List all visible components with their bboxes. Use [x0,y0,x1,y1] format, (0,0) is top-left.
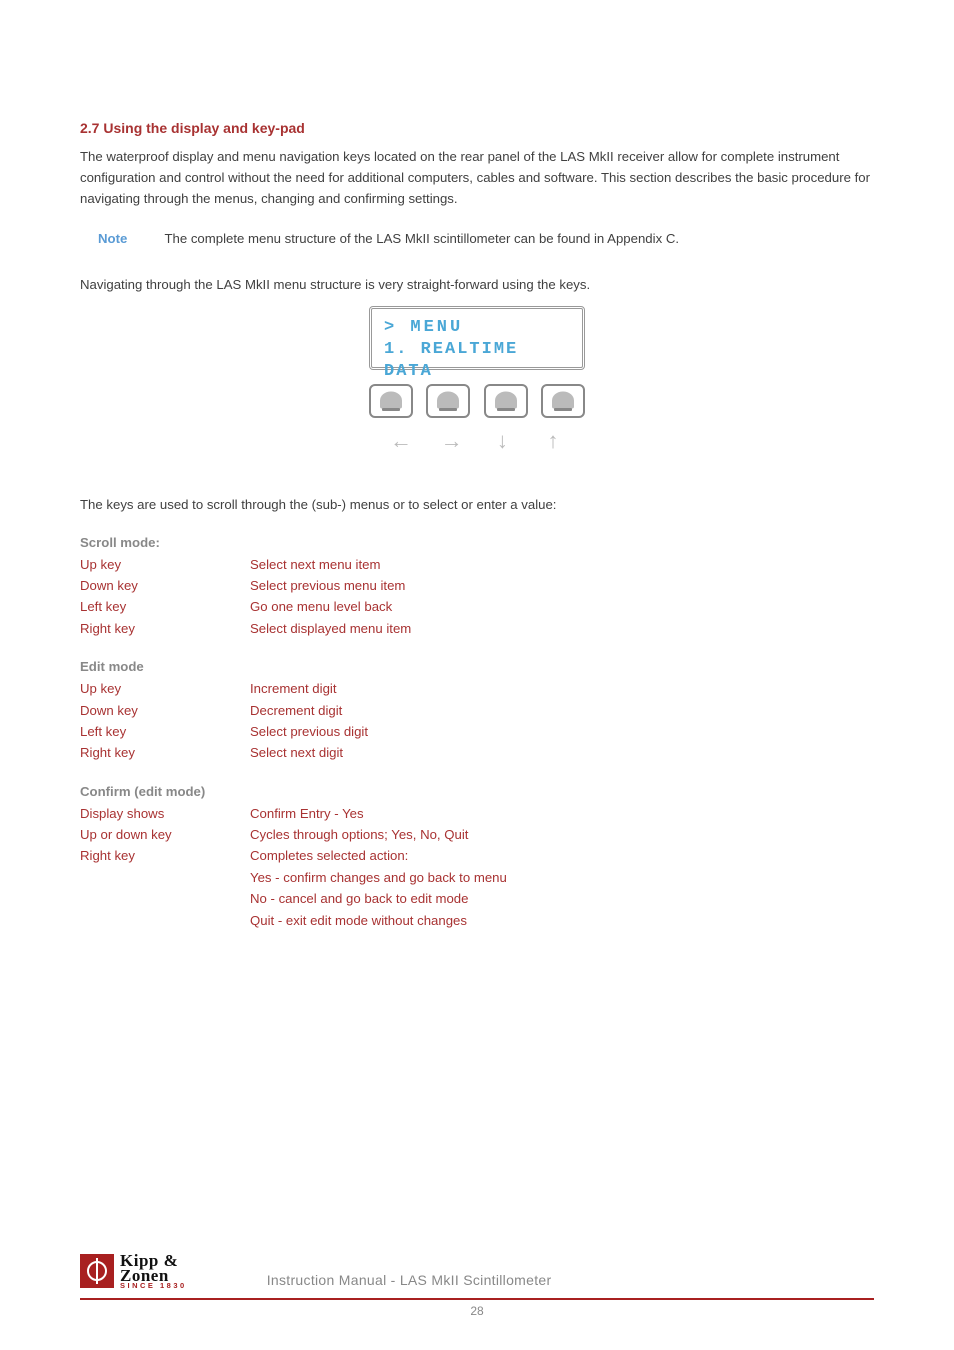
arrow-labels: ← → ↓ ↑ [369,428,585,454]
row-key: Up or down key [80,824,250,845]
arrow-up-icon: ↑ [531,428,575,454]
logo-since: SINCE 1830 [120,1283,187,1290]
arrow-down-icon: ↓ [480,428,524,454]
row-key: Display shows [80,803,250,824]
row-key [80,910,250,931]
row-val: Select displayed menu item [250,618,411,639]
display-figure: > MENU 1. REALTIME DATA ← → ↓ ↑ [369,306,585,454]
key-button-left[interactable] [369,384,413,418]
lcd-screen: > MENU 1. REALTIME DATA [369,306,585,370]
table-row: Up or down keyCycles through options; Ye… [80,824,874,845]
row-val: Select previous digit [250,721,368,742]
row-val: Select next digit [250,742,343,763]
row-val: Completes selected action: [250,845,408,866]
table-row: Right keySelect next digit [80,742,874,763]
row-val: Decrement digit [250,700,342,721]
arrow-left-icon: ← [379,428,423,454]
row-val: Confirm Entry - Yes [250,803,364,824]
footer-doc-title: Instruction Manual - LAS MkII Scintillom… [267,1272,552,1290]
row-key: Up key [80,678,250,699]
table-row: Up keyIncrement digit [80,678,874,699]
row-key: Left key [80,721,250,742]
confirm-mode-heading: Confirm (edit mode) [80,784,874,799]
row-val: Select next menu item [250,554,380,575]
table-row: No - cancel and go back to edit mode [80,888,874,909]
table-row: Quit - exit edit mode without changes [80,910,874,931]
scroll-mode-block: Scroll mode: Up keySelect next menu item… [80,535,874,640]
section-heading: 2.7 Using the display and key-pad [80,120,874,136]
brand-logo: Kipp & Zonen SINCE 1830 [80,1253,187,1290]
row-key: Left key [80,596,250,617]
note-text: The complete menu structure of the LAS M… [164,231,679,246]
table-row: Right keySelect displayed menu item [80,618,874,639]
row-val: No - cancel and go back to edit mode [250,888,468,909]
table-row: Yes - confirm changes and go back to men… [80,867,874,888]
lcd-line-2: 1. REALTIME DATA [384,339,570,383]
key-button-right[interactable] [426,384,470,418]
keys-intro: The keys are used to scroll through the … [80,494,874,515]
intro-paragraph: The waterproof display and menu navigati… [80,146,874,209]
table-row: Down keyDecrement digit [80,700,874,721]
key-button-up[interactable] [541,384,585,418]
table-row: Right keyCompletes selected action: [80,845,874,866]
row-val: Increment digit [250,678,337,699]
page-number: 28 [80,1304,874,1318]
arrow-right-icon: → [430,428,474,454]
row-key [80,867,250,888]
row-val: Select previous menu item [250,575,405,596]
row-val: Yes - confirm changes and go back to men… [250,867,507,888]
key-button-down[interactable] [484,384,528,418]
note-block: Note The complete menu structure of the … [98,231,874,246]
table-row: Down keySelect previous menu item [80,575,874,596]
row-key: Down key [80,575,250,596]
row-val: Go one menu level back [250,596,392,617]
row-key: Right key [80,742,250,763]
row-val: Quit - exit edit mode without changes [250,910,467,931]
table-row: Display showsConfirm Entry - Yes [80,803,874,824]
table-row: Left keySelect previous digit [80,721,874,742]
row-key [80,888,250,909]
row-key: Right key [80,618,250,639]
row-val: Cycles through options; Yes, No, Quit [250,824,468,845]
table-row: Up keySelect next menu item [80,554,874,575]
scroll-mode-heading: Scroll mode: [80,535,874,550]
confirm-mode-block: Confirm (edit mode) Display showsConfirm… [80,784,874,931]
edit-mode-heading: Edit mode [80,659,874,674]
page-footer: Kipp & Zonen SINCE 1830 Instruction Manu… [80,1253,874,1318]
row-key: Down key [80,700,250,721]
lcd-line-1: > MENU [384,317,570,339]
note-label: Note [98,231,143,246]
keypad [369,384,585,418]
edit-mode-block: Edit mode Up keyIncrement digit Down key… [80,659,874,764]
logo-mark-icon [80,1254,114,1288]
row-key: Up key [80,554,250,575]
footer-divider [80,1298,874,1300]
nav-paragraph: Navigating through the LAS MkII menu str… [80,274,874,295]
row-key: Right key [80,845,250,866]
table-row: Left keyGo one menu level back [80,596,874,617]
